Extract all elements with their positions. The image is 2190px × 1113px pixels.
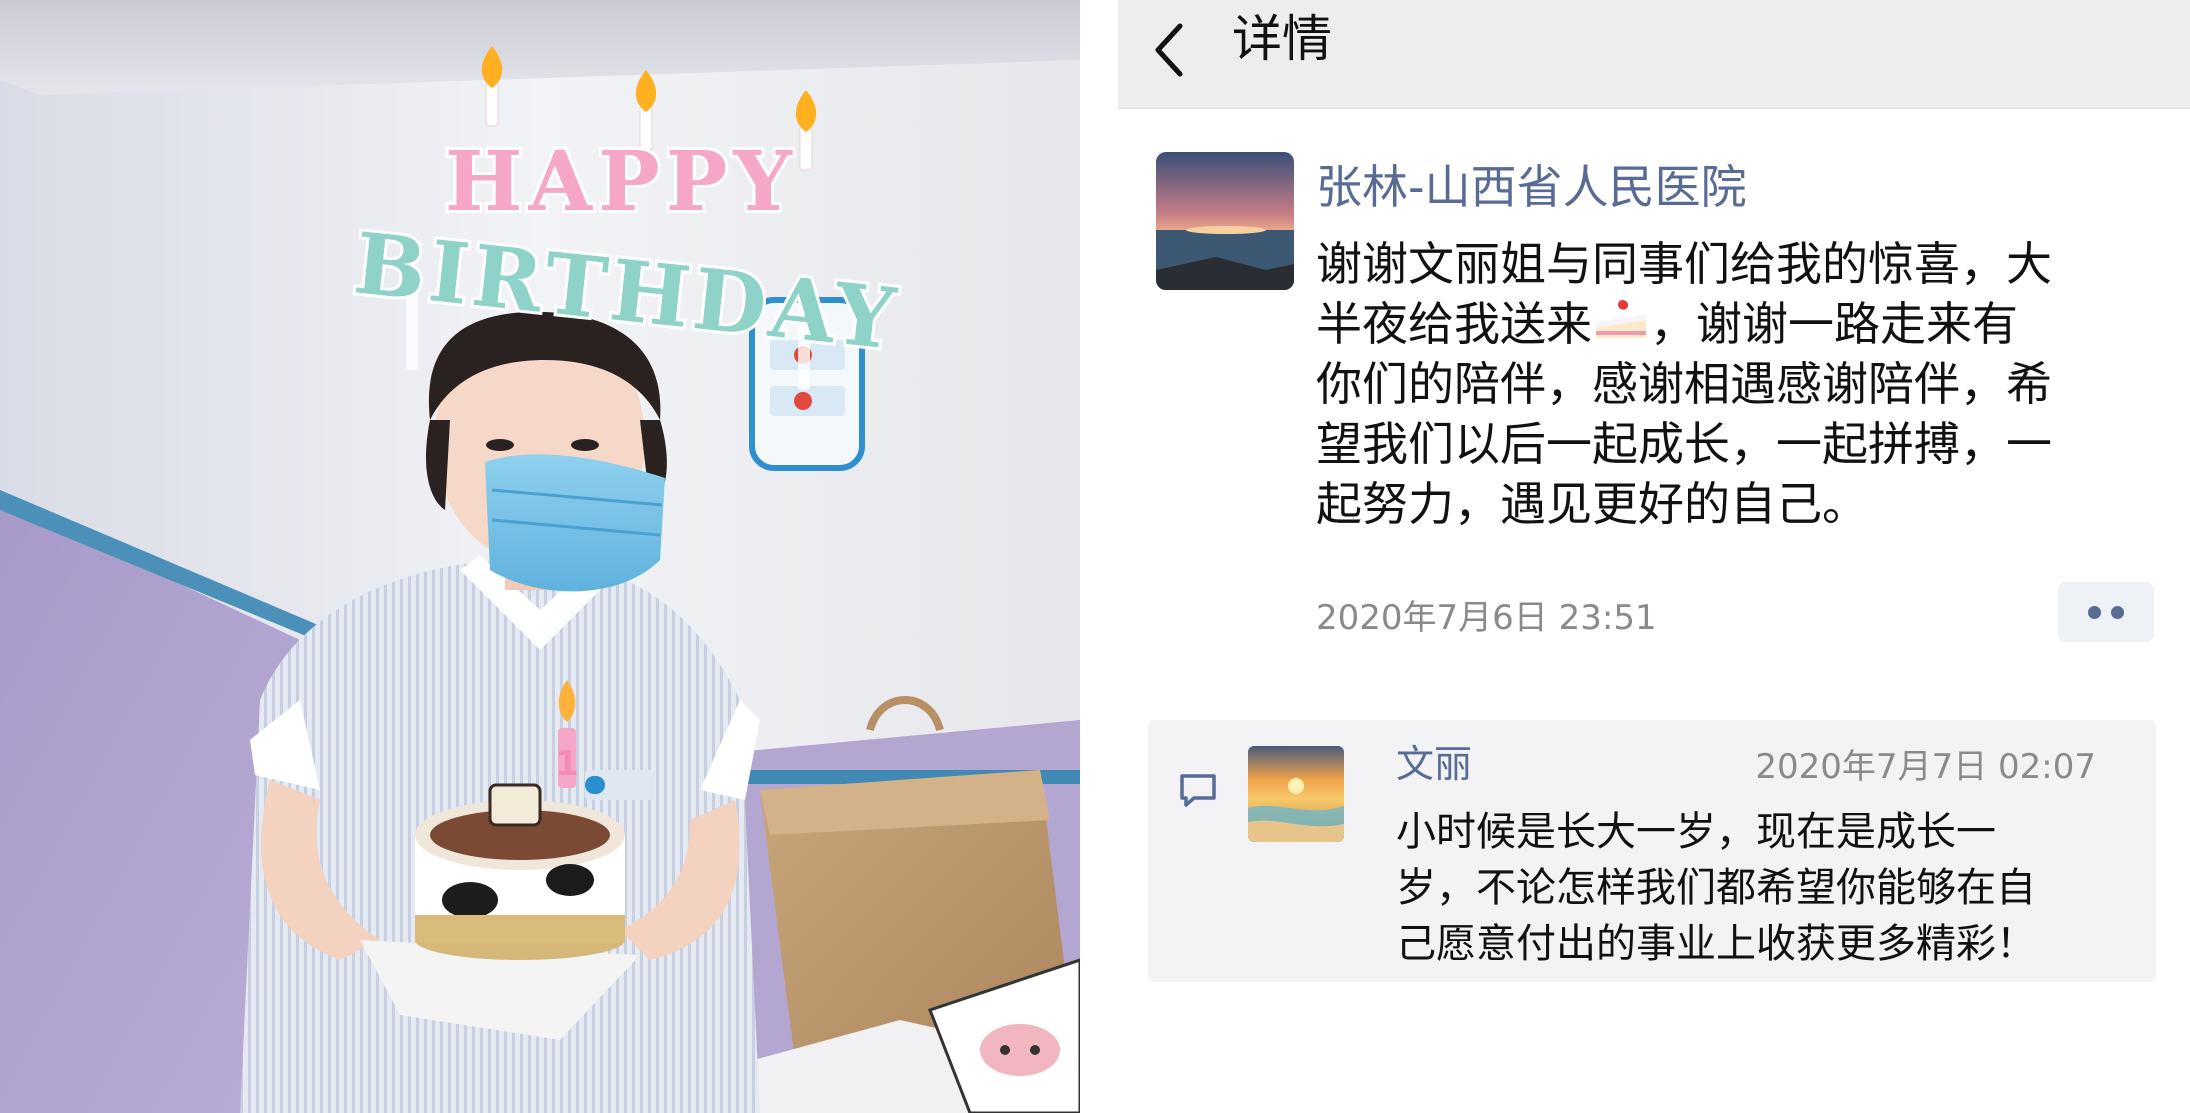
sunset-avatar-image: [1248, 746, 1344, 842]
sticker-happy-text: HAPPY: [445, 134, 798, 230]
dot-icon: [2088, 606, 2101, 619]
dot-icon: [2111, 606, 2124, 619]
top-nav-bar: 详情: [1118, 0, 2190, 109]
chevron-left-icon: [1155, 23, 1183, 77]
birthday-photo[interactable]: 1 HAPPY BIRTHDAY: [0, 0, 1080, 1113]
post-author-name[interactable]: 张林-山西省人民医院: [1316, 156, 1747, 218]
comment-timestamp: 2020年7月7日 02:07: [1755, 747, 2096, 787]
post-text-line: 谢谢文丽姐与同事们给我的惊喜，大: [1316, 237, 2052, 291]
post-text-line: 你们的陪伴，感谢相遇感谢陪伴，希: [1316, 357, 2052, 411]
comment-text-line: 岁，不论怎样我们都希望你能够在自: [1396, 865, 2036, 911]
page-title: 详情: [1232, 10, 1332, 68]
comment-text: 小时候是长大一岁，现在是成长一 岁，不论怎样我们都希望你能够在自 己愿意付出的事…: [1396, 804, 2126, 972]
seascape-avatar-image: [1156, 152, 1294, 290]
post-text: 谢谢文丽姐与同事们给我的惊喜，大 半夜给我送来 ，谢谢一路走来有 你们的陪伴，感谢…: [1316, 234, 2126, 534]
comment-icon: [1178, 770, 1218, 810]
cake-icon: [1592, 298, 1650, 346]
back-button[interactable]: [1146, 16, 1194, 84]
moment-detail-panel: 详情 张林-山西省人民医院 谢谢文丽姐与同事们给我的惊喜，大 半夜给我送来 ，谢谢…: [1118, 0, 2190, 1113]
comment-text-line: 己愿意付出的事业上收获更多精彩！: [1396, 921, 2036, 967]
post-text-segment: 半夜给我送来: [1316, 297, 1592, 351]
cake-candle-number: 1: [555, 744, 579, 784]
photo-illustration: 1 HAPPY BIRTHDAY: [0, 0, 1080, 1113]
post-text-line: 望我们以后一起成长，一起拼搏，一: [1316, 417, 2052, 471]
post-text-line: 半夜给我送来 ，谢谢一路走来有: [1316, 294, 2126, 354]
commenter-avatar[interactable]: [1248, 746, 1344, 842]
comment-text-line: 小时候是长大一岁，现在是成长一: [1396, 809, 1996, 855]
author-avatar[interactable]: [1156, 152, 1294, 290]
post-text-line: 起努力，遇见更好的自己。: [1316, 477, 1868, 531]
more-options-button[interactable]: [2058, 582, 2154, 642]
comment-section: 文丽 2020年7月7日 02:07 小时候是长大一岁，现在是成长一 岁，不论怎…: [1148, 720, 2156, 982]
post-text-segment: ，谢谢一路走来有: [1650, 297, 2018, 351]
post-timestamp: 2020年7月6日 23:51: [1316, 598, 1657, 638]
commenter-name[interactable]: 文丽: [1396, 738, 1472, 790]
